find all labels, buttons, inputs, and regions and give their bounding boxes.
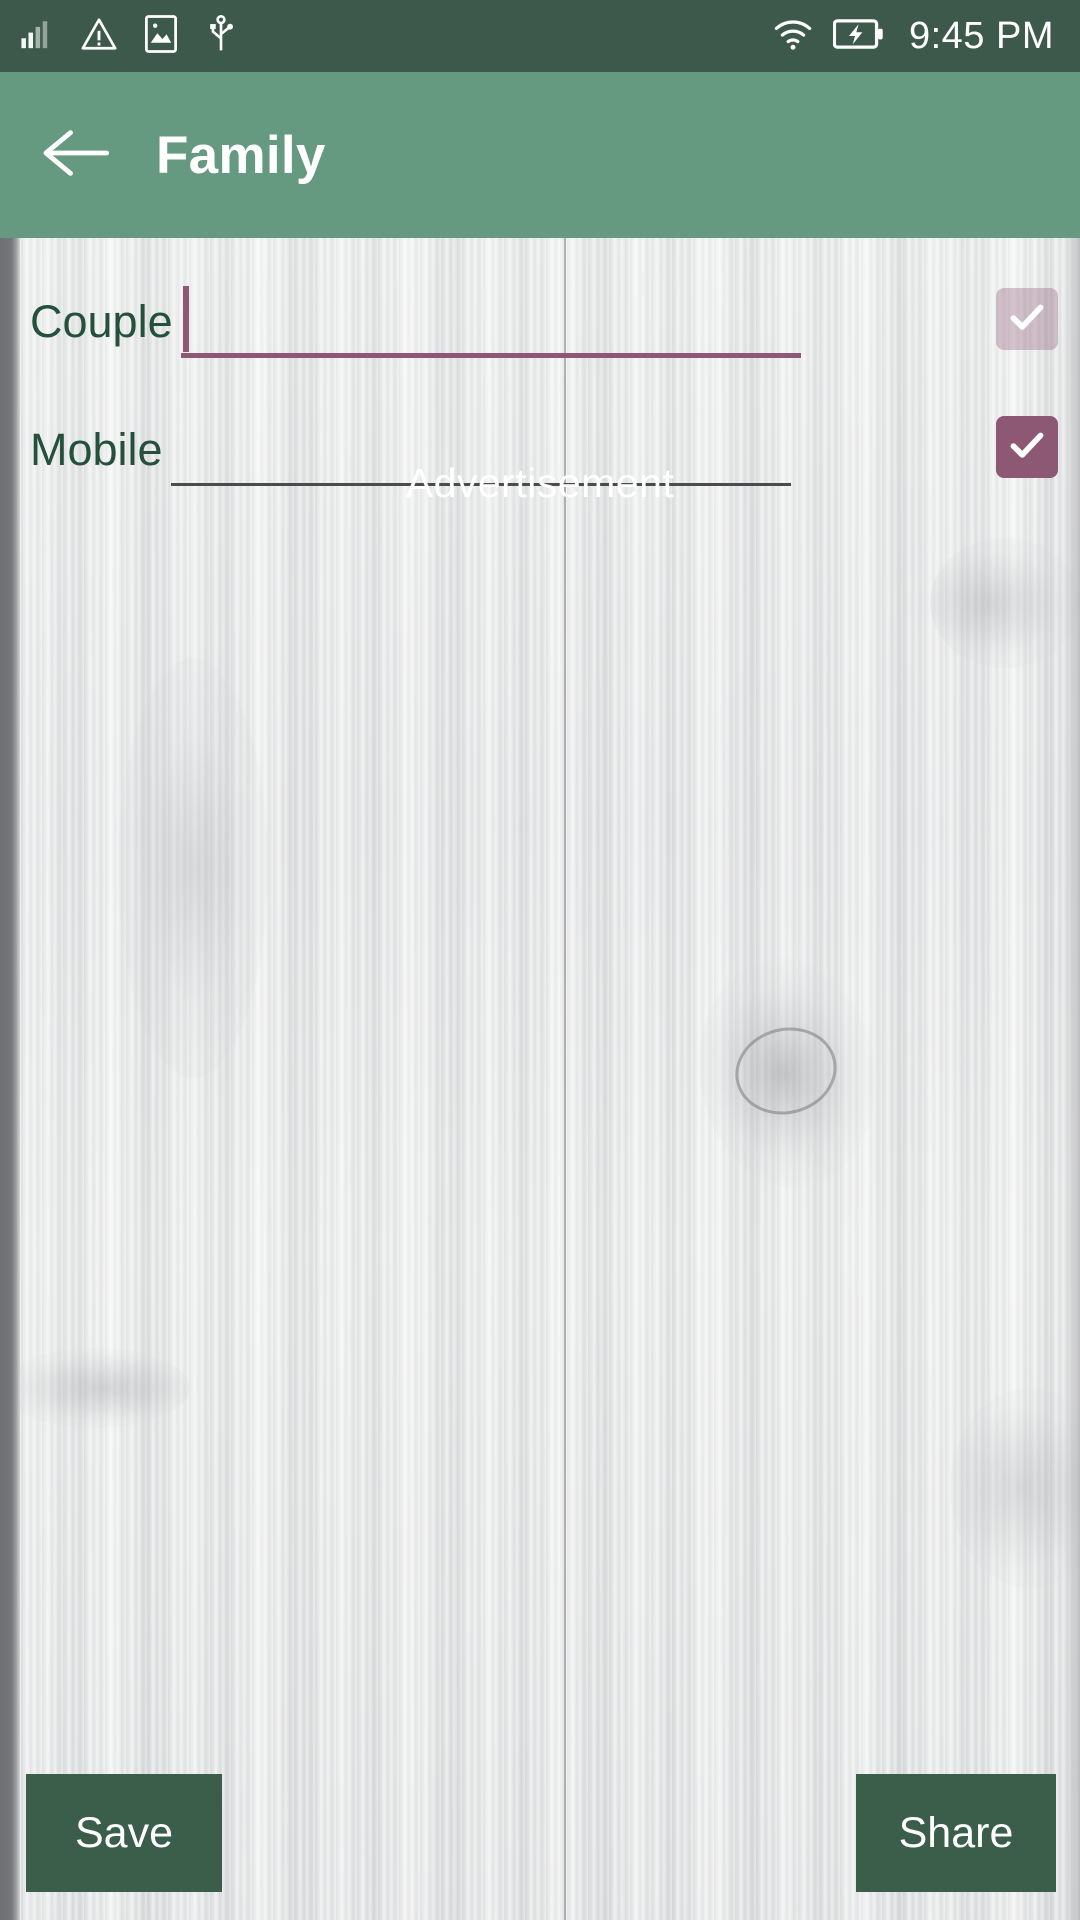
wifi-icon bbox=[773, 17, 813, 56]
checkbox-couple[interactable] bbox=[996, 288, 1058, 350]
back-button[interactable] bbox=[22, 100, 132, 210]
text-cursor bbox=[182, 286, 189, 352]
wood-grain-knot bbox=[950, 1388, 1080, 1588]
check-icon bbox=[1005, 295, 1049, 344]
wood-grain-knot-core bbox=[726, 1016, 846, 1126]
wood-grain-knot bbox=[118, 658, 268, 1078]
back-arrow-icon bbox=[40, 124, 114, 187]
main-content: Couple Mobile Advertisement Save Share bbox=[0, 238, 1080, 1920]
save-button[interactable]: Save bbox=[26, 1774, 222, 1892]
warning-triangle-icon bbox=[80, 15, 118, 58]
status-bar-left-icons bbox=[20, 14, 238, 58]
status-bar-clock: 9:45 PM bbox=[908, 14, 1054, 57]
wood-grain-knot bbox=[0, 1348, 190, 1428]
advertisement-label: Advertisement bbox=[405, 460, 675, 506]
form-row-couple: Couple bbox=[0, 274, 1080, 358]
app-bar: Family bbox=[0, 72, 1080, 238]
status-bar: 9:45 PM bbox=[0, 0, 1080, 72]
field-underline-couple bbox=[180, 353, 801, 358]
image-icon bbox=[144, 14, 178, 58]
share-button-label: Share bbox=[898, 1808, 1014, 1857]
wood-grain-knot bbox=[930, 538, 1080, 668]
field-input-couple[interactable] bbox=[180, 274, 996, 358]
status-bar-right-icons: 9:45 PM bbox=[773, 15, 1054, 58]
phone-screen: 9:45 PM Family Couple Mobile Advertiseme… bbox=[0, 0, 1080, 1920]
battery-charging-icon bbox=[832, 18, 883, 55]
save-button-label: Save bbox=[74, 1808, 173, 1857]
share-button[interactable]: Share bbox=[856, 1774, 1056, 1892]
signal-bars-icon bbox=[20, 17, 54, 56]
usb-icon bbox=[204, 14, 238, 58]
field-label-couple: Couple bbox=[30, 296, 173, 347]
page-title: Family bbox=[156, 125, 326, 185]
